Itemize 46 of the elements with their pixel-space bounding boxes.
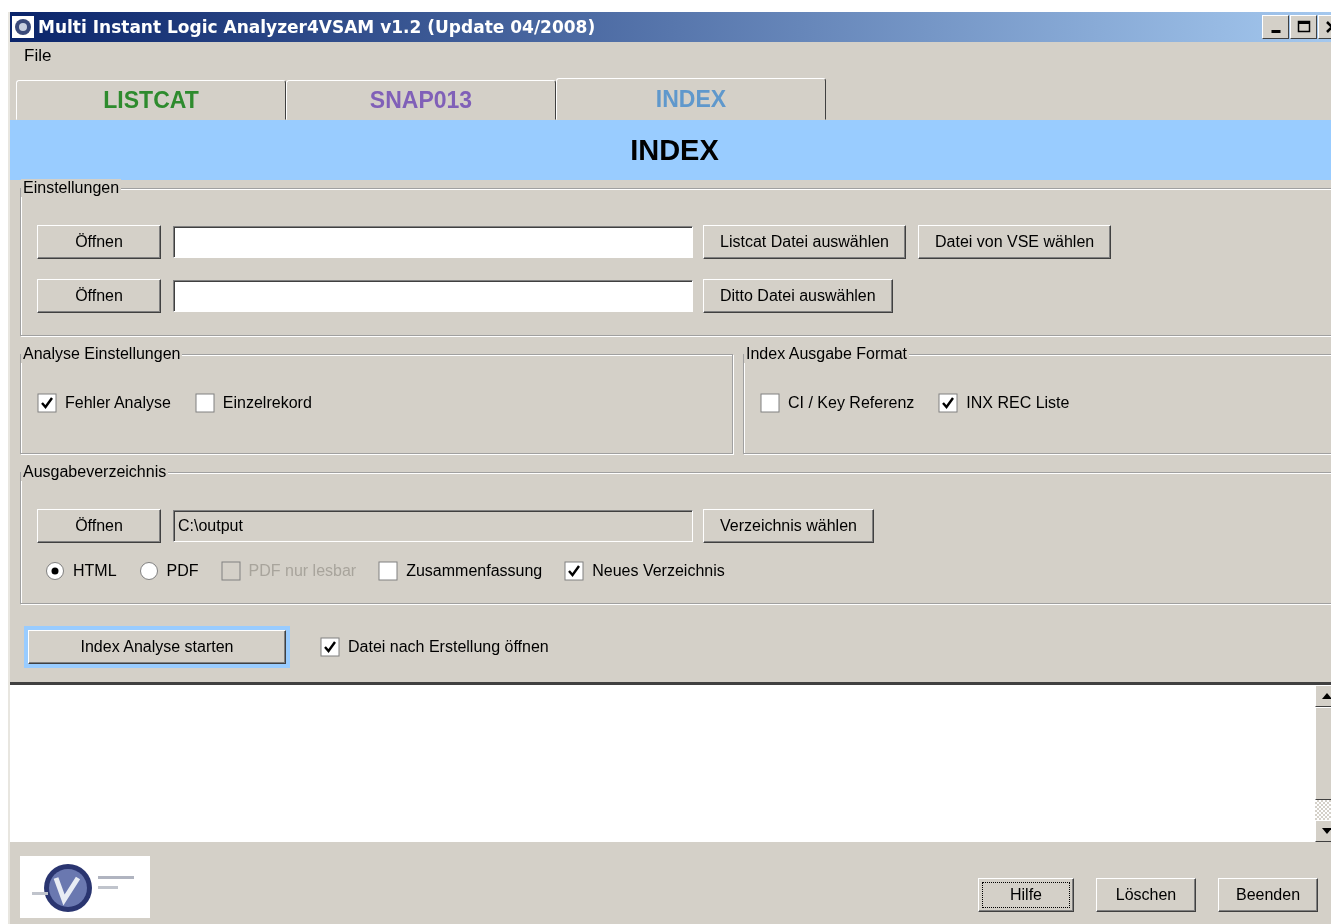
radio-label: HTML (73, 562, 117, 580)
select-file-button[interactable]: Ditto Datei auswählen (703, 279, 893, 313)
checkbox[interactable] (37, 393, 57, 413)
checkbox[interactable] (564, 561, 585, 581)
down-arrow-icon (1321, 827, 1331, 835)
minimize-button[interactable] (1262, 15, 1289, 39)
checkbox-label: Einzelrekord (222, 394, 312, 412)
checkbox-label: INX REC Liste (966, 394, 1070, 412)
radio-label: PDF (166, 562, 199, 580)
checkbox-label: Neues Verzeichnis (592, 562, 725, 580)
page-header: INDEX (10, 120, 1331, 180)
menu-item[interactable]: File (22, 46, 54, 66)
file-path-field[interactable] (173, 226, 693, 258)
choose-directory-button[interactable]: Verzeichnis wählen (703, 509, 874, 543)
checkbox-label: CI / Key Referenz (788, 394, 915, 412)
group-title: Einstellungen (21, 179, 122, 197)
logo-icon (20, 856, 150, 918)
group-title: Analyse Einstellungen (21, 345, 183, 363)
checkbox[interactable] (938, 393, 959, 413)
open-button[interactable]: Öffnen (37, 509, 161, 543)
footer-button[interactable]: Hilfe (978, 878, 1074, 912)
select-file-button[interactable]: Listcat Datei auswählen (703, 225, 906, 259)
radio-button[interactable] (138, 561, 159, 581)
checkbox-label: Zusammenfassung (406, 562, 543, 580)
checkbox[interactable] (760, 393, 780, 413)
window-title: Multi Instant Logic Analyzer4VSAM v1.2 (Update 04/2008) (38, 17, 597, 37)
maximize-button[interactable] (1290, 15, 1317, 39)
open-button[interactable]: Öffnen (37, 279, 161, 313)
output-path-field[interactable]: C:\output (173, 510, 693, 542)
radio-button[interactable] (45, 561, 65, 581)
file-path-field[interactable] (173, 280, 693, 312)
open-button[interactable]: Öffnen (37, 225, 161, 259)
minimize-icon (1270, 29, 1281, 33)
checkbox[interactable] (194, 393, 215, 413)
group-title: Index Ausgabe Format (744, 345, 909, 363)
group-title: Ausgabeverzeichnis (21, 463, 169, 481)
checkbox-label: Fehler Analyse (65, 394, 171, 412)
select-file-button[interactable]: Datei von VSE wählen (918, 225, 1112, 259)
up-arrow-icon (1321, 692, 1331, 700)
checkbox[interactable] (320, 637, 340, 657)
footer-button[interactable]: Beenden (1218, 878, 1318, 912)
maximize-icon (1296, 20, 1311, 34)
footer-button[interactable]: Löschen (1096, 878, 1196, 912)
checkbox-label: Datei nach Erstellung öffnen (348, 638, 549, 656)
app-icon (12, 16, 34, 38)
checkbox[interactable] (378, 561, 399, 581)
